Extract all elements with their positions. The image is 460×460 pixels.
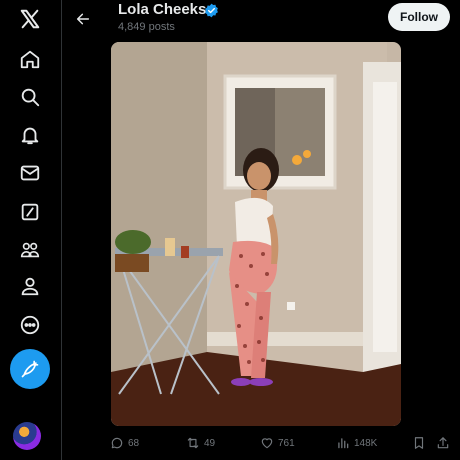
share-action[interactable] bbox=[436, 430, 450, 456]
like-count: 761 bbox=[278, 437, 295, 449]
home-icon[interactable] bbox=[17, 46, 43, 72]
profile-icon[interactable] bbox=[17, 273, 43, 299]
main-column: Lola Cheeks 4,849 posts Follow 68 49 761… bbox=[62, 0, 460, 460]
communities-icon[interactable] bbox=[17, 237, 43, 263]
post-photo[interactable] bbox=[111, 42, 401, 426]
compose-post-button[interactable] bbox=[10, 349, 50, 389]
arrow-left-icon bbox=[76, 13, 90, 25]
repost-action[interactable]: 49 bbox=[186, 430, 215, 456]
bookmark-action[interactable] bbox=[412, 430, 426, 456]
compose-post-icon bbox=[21, 360, 39, 378]
like-action[interactable]: 761 bbox=[260, 430, 295, 456]
post-action-bar: 68 49 761 148K bbox=[62, 430, 460, 456]
verified-badge-icon bbox=[205, 3, 218, 18]
share-icon bbox=[437, 437, 449, 449]
follow-button[interactable]: Follow bbox=[388, 3, 450, 31]
reply-count: 68 bbox=[128, 437, 140, 449]
views-chart-icon bbox=[338, 438, 349, 449]
reply-action[interactable]: 68 bbox=[110, 430, 139, 456]
heart-icon bbox=[261, 438, 273, 449]
notifications-bell-icon[interactable] bbox=[17, 122, 43, 148]
grok-icon[interactable] bbox=[17, 199, 43, 225]
profile-name: Lola Cheeks bbox=[118, 1, 207, 18]
reply-icon bbox=[111, 437, 123, 449]
sidebar-nav bbox=[0, 0, 62, 460]
views-action[interactable]: 148K bbox=[336, 430, 377, 456]
search-icon[interactable] bbox=[17, 84, 43, 110]
repost-icon bbox=[187, 437, 199, 449]
back-button[interactable] bbox=[68, 4, 98, 34]
repost-count: 49 bbox=[204, 437, 216, 449]
views-count: 148K bbox=[354, 437, 378, 449]
bookmark-icon bbox=[414, 437, 424, 449]
account-avatar[interactable] bbox=[13, 422, 41, 450]
more-icon[interactable] bbox=[17, 312, 43, 338]
x-logo-icon[interactable] bbox=[17, 6, 43, 32]
messages-mail-icon[interactable] bbox=[17, 160, 43, 186]
post-count: 4,849 posts bbox=[118, 21, 175, 33]
